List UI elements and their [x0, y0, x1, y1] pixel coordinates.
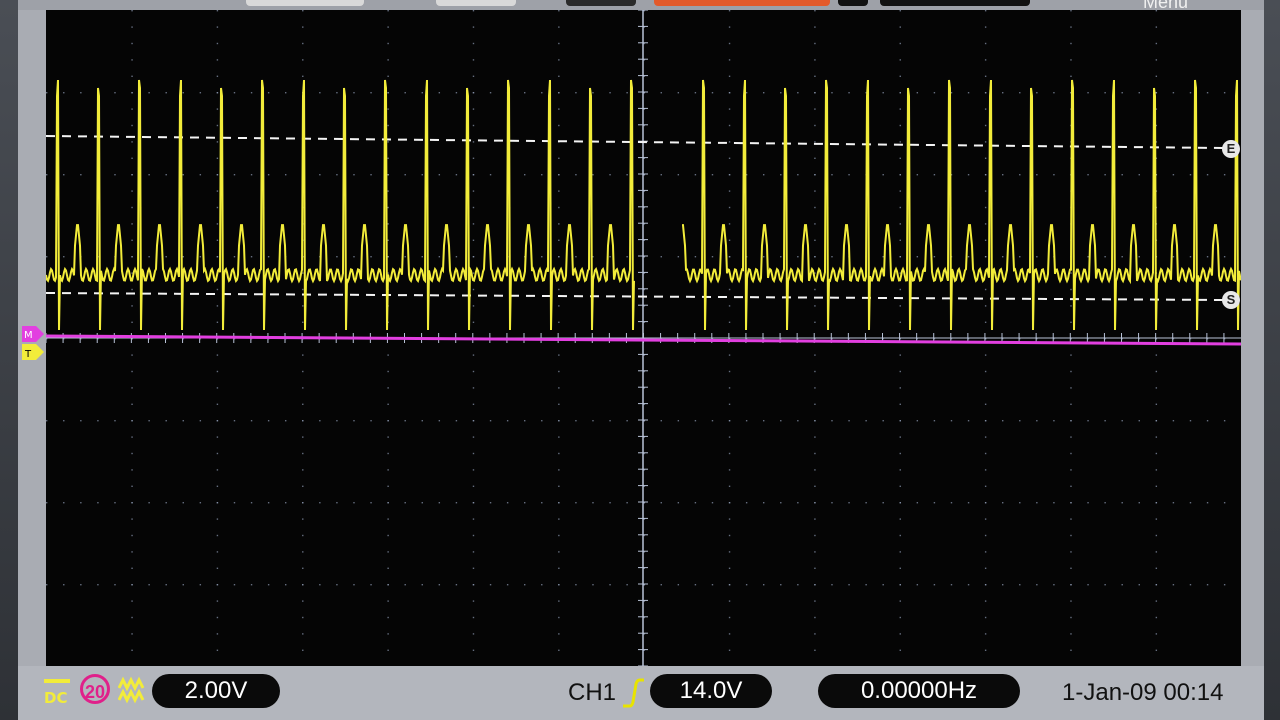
bandwidth-limit-icon[interactable]: 20: [80, 674, 110, 704]
cursor-label-lower[interactable]: S: [1222, 291, 1240, 309]
svg-text:M: M: [24, 330, 33, 341]
ch2-trace: [46, 334, 1241, 346]
date-time-display: 1-Jan-09 00:14: [1062, 679, 1224, 706]
top-indicator: [246, 0, 364, 6]
waveform-layer: [46, 79, 1241, 346]
trigger-level-display[interactable]: 14.0V: [650, 674, 772, 708]
volts-per-div-display[interactable]: 2.00V: [152, 674, 280, 708]
ch1-trace: [46, 79, 635, 331]
top-indicator: [566, 0, 636, 6]
frequency-display: 0.00000Hz: [818, 674, 1020, 708]
top-indicator: [838, 0, 868, 6]
dc-coupling-icon[interactable]: DC: [42, 676, 72, 706]
trigger-source[interactable]: CH1: [568, 676, 616, 710]
memory-bar: [654, 0, 830, 6]
top-status-bar: Menu: [18, 0, 1264, 12]
waveform-display[interactable]: [46, 10, 1241, 666]
rising-edge-icon: [623, 678, 644, 708]
svg-text:DC: DC: [44, 689, 67, 706]
timebase-pill[interactable]: [880, 0, 1030, 6]
scope-screen: Menu E S M T DC 20 2.00V CH1 14.0V 0.000…: [18, 0, 1264, 720]
channel-marker-icon[interactable]: M T: [22, 326, 44, 360]
ac-wave-icon[interactable]: [118, 676, 148, 706]
ch1-trace: [682, 79, 1241, 331]
svg-text:T: T: [24, 349, 32, 360]
cursor-label-upper[interactable]: E: [1222, 140, 1240, 158]
top-indicator: [436, 0, 516, 6]
